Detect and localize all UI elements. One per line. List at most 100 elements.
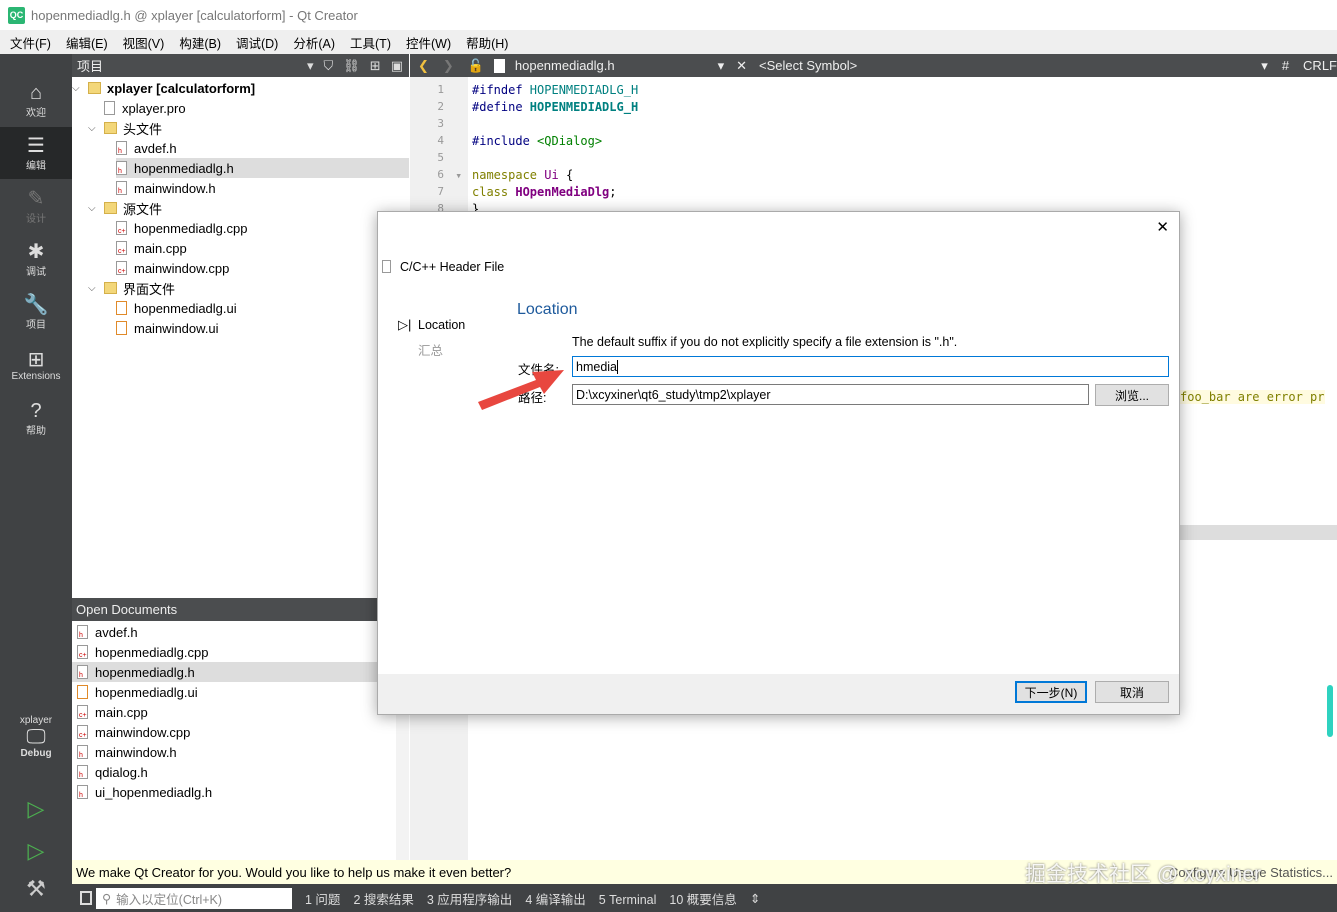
menu-item[interactable]: 编辑(E) (66, 33, 108, 52)
tree-item-label: hopenmediadlg.ui (134, 300, 237, 316)
chevron-down-icon[interactable]: ⌵ (72, 83, 88, 94)
chevron-down-icon[interactable]: ⌵ (88, 283, 104, 294)
file-selector[interactable]: hopenmediadlg.h (515, 58, 718, 73)
code-token: HOPENMEDIADLG_H (529, 83, 639, 97)
close-pane-icon[interactable]: ▣ (391, 58, 403, 74)
debug-run-icon[interactable]: ▷ (0, 836, 72, 866)
scroll-marker[interactable] (1327, 685, 1333, 737)
tree-item[interactable]: c+ mainwindow.cpp (116, 258, 409, 278)
split-icon[interactable]: ⊞ (370, 58, 381, 74)
red-arrow-annotation (478, 370, 564, 410)
path-input[interactable]: D:\xcyxiner\qt6_study\tmp2\xplayer (572, 384, 1089, 405)
mode-extensions[interactable]: ⊞ Extensions (0, 339, 72, 391)
tree-item[interactable]: h hopenmediadlg.h (116, 158, 409, 178)
bug-icon: ✱ (27, 240, 45, 263)
dialog-title: C/C++ Header File (400, 260, 505, 274)
search-icon: ⚲ (102, 891, 112, 906)
close-document-icon[interactable]: ✕ (736, 58, 747, 74)
tree-item-label: mainwindow.cpp (134, 260, 230, 276)
browse-button[interactable]: 浏览... (1095, 384, 1169, 406)
mode-bug[interactable]: ✱ 调试 (0, 233, 72, 285)
menu-item[interactable]: 文件(F) (10, 33, 51, 52)
open-document-item[interactable]: h qdialog.h (72, 762, 396, 782)
mode-label: 欢迎 (26, 107, 46, 119)
tree-item[interactable]: ⌵ xplayer [calculatorform] (72, 78, 409, 98)
menu-item[interactable]: 构建(B) (179, 33, 221, 52)
locator-input[interactable]: ⚲ 输入以定位(Ctrl+K) (96, 887, 292, 909)
menu-item[interactable]: 视图(V) (123, 33, 165, 52)
cancel-button[interactable]: 取消 (1095, 681, 1169, 703)
mode-help[interactable]: ? 帮助 (0, 392, 72, 444)
file-icon (382, 260, 391, 273)
output-pane-button[interactable]: 4 编译输出 (525, 893, 585, 907)
open-document-item[interactable]: h mainwindow.h (72, 742, 396, 762)
line-number: 1 (437, 83, 444, 96)
extensions-icon: ⊞ (27, 348, 45, 371)
next-button[interactable]: 下一步(N) (1015, 681, 1087, 703)
document-label: mainwindow.h (95, 744, 177, 760)
link-icon[interactable]: ⛓ (343, 58, 360, 74)
fold-arrow-icon[interactable]: ▾ (455, 169, 462, 182)
mode-label: 调试 (26, 266, 46, 278)
menu-item[interactable]: 控件(W) (406, 33, 451, 52)
tree-item[interactable]: mainwindow.ui (116, 318, 409, 338)
dropdown-icon[interactable]: ▾ (307, 58, 314, 74)
open-document-item[interactable]: c+ main.cpp (72, 702, 396, 722)
open-document-item[interactable]: hopenmediadlg.ui (72, 682, 396, 702)
kit-selector[interactable]: xplayer 🖵 Debug (0, 699, 72, 774)
tree-item[interactable]: h avdef.h (116, 138, 409, 158)
mode-label: 项目 (26, 319, 46, 331)
h-file-icon: h (116, 141, 127, 155)
code-token: HOPENMEDIADLG_H (529, 100, 639, 114)
tree-item[interactable]: h mainwindow.h (116, 178, 409, 198)
open-document-item[interactable]: c+ mainwindow.cpp (72, 722, 396, 742)
filename-input[interactable]: hmedia (572, 356, 1169, 377)
output-pane-button[interactable]: 2 搜索结果 (353, 893, 413, 907)
tree-item-label: hopenmediadlg.h (134, 160, 234, 176)
cpp-file-icon: c+ (116, 221, 127, 235)
tree-item[interactable]: ⌵ 头文件 (88, 118, 409, 138)
menu-item[interactable]: 调试(D) (236, 33, 278, 52)
mode-edit[interactable]: ☰ 编辑 (0, 127, 72, 179)
filter-icon[interactable]: ⛉ (324, 58, 334, 74)
run-icon[interactable]: ▷ (0, 794, 72, 824)
forward-icon[interactable]: ❯ (443, 58, 454, 74)
tree-item[interactable]: ⌵ 源文件 (88, 198, 409, 218)
menu-item[interactable]: 工具(T) (350, 33, 391, 52)
toggle-sidebar-icon[interactable] (80, 891, 92, 905)
path-value: D:\xcyxiner\qt6_study\tmp2\xplayer (576, 387, 771, 402)
back-icon[interactable]: ❮ (418, 58, 429, 74)
tree-item[interactable]: c+ main.cpp (116, 238, 409, 258)
symbol-selector[interactable]: <Select Symbol> (759, 58, 1261, 73)
tree-item[interactable]: ⌵ 界面文件 (88, 278, 409, 298)
chevron-down-icon[interactable]: ⌵ (88, 203, 104, 214)
open-document-item[interactable]: h ui_hopenmediadlg.h (72, 782, 396, 802)
output-pane-button[interactable]: 10 概要信息 (669, 893, 736, 907)
mode-wrench[interactable]: 🔧 项目 (0, 286, 72, 338)
menu-item[interactable]: 帮助(H) (466, 33, 508, 52)
open-document-item[interactable]: h hopenmediadlg.h (72, 662, 396, 682)
close-button[interactable]: ✕ (1156, 218, 1169, 236)
line-ending-selector[interactable]: CRLF (1303, 58, 1337, 73)
mode-pen[interactable]: ✎ 设计 (0, 180, 72, 232)
line-number: 4 (437, 134, 444, 147)
chevron-down-icon[interactable]: ⌵ (88, 123, 104, 134)
tree-item[interactable]: c+ hopenmediadlg.cpp (116, 218, 409, 238)
output-pane-button[interactable]: 3 应用程序输出 (427, 893, 512, 907)
open-document-item[interactable]: c+ hopenmediadlg.cpp (72, 642, 396, 662)
wrench-icon: 🔧 (23, 293, 49, 316)
output-pane-button[interactable]: 1 问题 (305, 893, 340, 907)
cpp-file-icon: c+ (116, 241, 127, 255)
menu-item[interactable]: 分析(A) (293, 33, 335, 52)
output-pane-button[interactable]: 5 Terminal (599, 893, 657, 907)
dropdown-icon[interactable]: ▾ (1261, 58, 1268, 74)
document-label: ui_hopenmediadlg.h (95, 784, 213, 800)
open-document-item[interactable]: h avdef.h (72, 622, 396, 642)
dropdown-icon[interactable]: ▾ (718, 58, 725, 74)
tree-item[interactable]: xplayer.pro (104, 98, 425, 118)
more-panes-icon[interactable]: ⇕ (750, 891, 760, 906)
tree-item-label: mainwindow.ui (134, 320, 219, 336)
build-icon[interactable]: ⚒ (0, 874, 72, 904)
mode-home[interactable]: ⌂ 欢迎 (0, 74, 72, 126)
tree-item[interactable]: hopenmediadlg.ui (116, 298, 409, 318)
